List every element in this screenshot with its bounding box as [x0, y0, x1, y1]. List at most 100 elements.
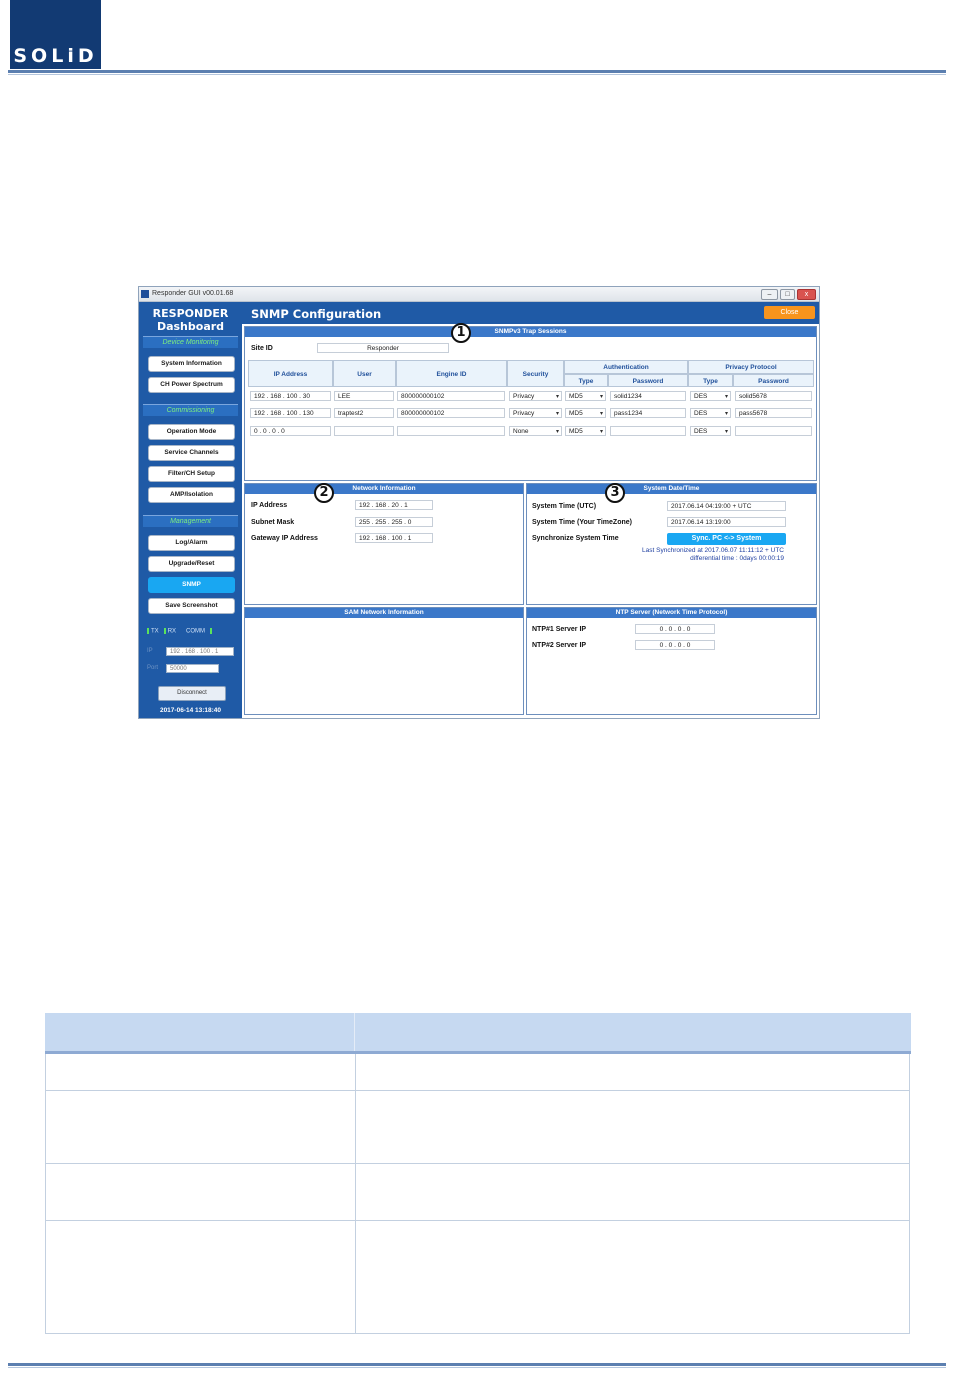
- ntp1-field[interactable]: 0 . 0 . 0 . 0: [635, 624, 715, 634]
- sam-network-header: SAM Network Information: [245, 608, 523, 618]
- amp-isolation-button[interactable]: AMP/Isolation: [148, 487, 235, 503]
- col-engine-id: Engine ID: [396, 360, 507, 387]
- filter-ch-setup-button[interactable]: Filter/CH Setup: [148, 466, 235, 482]
- disconnect-button[interactable]: Disconnect: [158, 686, 226, 701]
- table-col-divider: [354, 1013, 355, 1052]
- col-priv-type: Type: [688, 374, 733, 387]
- rx-indicator: [163, 628, 166, 634]
- window-title: Responder GUI v00.01.68: [152, 290, 234, 297]
- section-commissioning: Commissioning: [143, 404, 238, 416]
- tx-label: TX: [151, 628, 159, 635]
- sync-pc-system-button[interactable]: Sync. PC <-> System: [667, 533, 786, 545]
- logo-text: SOLiD: [13, 45, 98, 67]
- trap-row1-auth-password[interactable]: solid1234: [610, 391, 686, 401]
- table-row: [45, 1164, 910, 1221]
- ntp2-field[interactable]: 0 . 0 . 0 . 0: [635, 640, 715, 650]
- ntp-server-header: NTP Server (Network Time Protocol): [527, 608, 816, 618]
- system-datetime-panel: System Date/Time System Time (UTC) 2017.…: [526, 483, 817, 605]
- trap-row3-security-select[interactable]: None: [509, 426, 562, 436]
- system-information-button[interactable]: System Information: [148, 356, 235, 372]
- ntp2-label: NTP#2 Server IP: [532, 642, 587, 649]
- snmp-button[interactable]: SNMP: [148, 577, 235, 593]
- trap-row2-priv-password[interactable]: pass5678: [735, 408, 812, 418]
- trap-row2-auth-type-select[interactable]: MD5: [565, 408, 606, 418]
- trap-row2-auth-password[interactable]: pass1234: [610, 408, 686, 418]
- last-synchronized-text: Last Synchronized at 2017.06.07 11:11:12…: [642, 547, 784, 554]
- system-time-utc-label: System Time (UTC): [532, 503, 597, 510]
- trap-row1-priv-type-select[interactable]: DES: [690, 391, 731, 401]
- trap-row1-priv-password[interactable]: solid5678: [735, 391, 812, 401]
- site-id-field[interactable]: Responder: [317, 343, 449, 353]
- table-col-divider: [355, 1054, 356, 1090]
- subnet-mask-field[interactable]: 255 . 255 . 255 . 0: [355, 517, 433, 527]
- ntp-server-panel: NTP Server (Network Time Protocol) NTP#1…: [526, 607, 817, 715]
- gateway-ip-field[interactable]: 192 . 168 . 100 . 1: [355, 533, 433, 543]
- trap-row3-user[interactable]: [334, 426, 394, 436]
- trap-row2-security-select[interactable]: Privacy: [509, 408, 562, 418]
- section-management: Management: [143, 515, 238, 527]
- col-authentication: Authentication: [564, 360, 688, 374]
- comm-label: COMM: [186, 628, 206, 635]
- trap-row3-priv-type-select[interactable]: DES: [690, 426, 731, 436]
- callout-2: 2: [314, 483, 334, 503]
- trap-row3-engine[interactable]: [397, 426, 505, 436]
- status-indicators: TX RX COMM: [147, 628, 214, 635]
- maximize-button[interactable]: □: [780, 289, 795, 300]
- system-time-tz-label: System Time (Your TimeZone): [532, 519, 632, 526]
- trap-row3-auth-password[interactable]: [610, 426, 686, 436]
- upgrade-reset-button[interactable]: Upgrade/Reset: [148, 556, 235, 572]
- close-button[interactable]: Close: [764, 306, 815, 319]
- port-label: Port: [147, 665, 159, 671]
- trap-row3-ip[interactable]: 0 . 0 . 0 . 0: [250, 426, 331, 436]
- footer-rule: [8, 1363, 946, 1366]
- col-priv-password: Password: [733, 374, 814, 387]
- subnet-mask-label: Subnet Mask: [251, 519, 295, 526]
- doc-table-header: [45, 1013, 911, 1052]
- table-row: [45, 1221, 910, 1334]
- trap-row2-user[interactable]: traptest2: [334, 408, 394, 418]
- trap-row3-priv-password[interactable]: [735, 426, 812, 436]
- ip-address-field[interactable]: 192 . 168 . 20 . 1: [355, 500, 433, 510]
- log-alarm-button[interactable]: Log/Alarm: [148, 535, 235, 551]
- minimize-button[interactable]: –: [761, 289, 778, 300]
- window-titlebar: Responder GUI v00.01.68 – □ x: [139, 287, 819, 302]
- col-auth-password: Password: [608, 374, 688, 387]
- service-channels-button[interactable]: Service Channels: [148, 445, 235, 461]
- trap-sessions-panel: SNMPv3 Trap Sessions Site ID Responder I…: [244, 326, 817, 481]
- page-title: SNMP Configuration: [251, 307, 382, 321]
- trap-row1-auth-type-select[interactable]: MD5: [565, 391, 606, 401]
- trap-row2-ip[interactable]: 192 . 168 . 100 . 130: [250, 408, 331, 418]
- sidebar-title-dashboard: Dashboard: [156, 320, 225, 333]
- col-user: User: [333, 360, 396, 387]
- main-header: SNMP Configuration Close: [242, 302, 819, 324]
- table-row: [45, 1091, 910, 1164]
- trap-row1-engine[interactable]: 800000000102: [397, 391, 505, 401]
- site-id-label: Site ID: [251, 345, 273, 352]
- save-screenshot-button[interactable]: Save Screenshot: [148, 598, 235, 614]
- trap-sessions-header: SNMPv3 Trap Sessions: [245, 327, 816, 337]
- operation-mode-button[interactable]: Operation Mode: [148, 424, 235, 440]
- trap-row1-security-select[interactable]: Privacy: [509, 391, 562, 401]
- ch-power-spectrum-button[interactable]: CH Power Spectrum: [148, 377, 235, 393]
- trap-row3-auth-type-select[interactable]: MD5: [565, 426, 606, 436]
- comm-indicator: [209, 628, 212, 634]
- responder-gui-window: Responder GUI v00.01.68 – □ x RESPONDER …: [138, 286, 820, 719]
- connection-port-field[interactable]: 50000: [166, 664, 219, 673]
- table-col-divider: [355, 1221, 356, 1333]
- gateway-ip-label: Gateway IP Address: [251, 535, 318, 542]
- connection-ip-field[interactable]: 192 . 168 . 100 . 1: [166, 647, 234, 656]
- trap-row2-engine[interactable]: 800000000102: [397, 408, 505, 418]
- ntp1-label: NTP#1 Server IP: [532, 626, 587, 633]
- trap-row1-user[interactable]: LEE: [334, 391, 394, 401]
- callout-1: 1: [451, 323, 471, 343]
- callout-3: 3: [605, 483, 625, 503]
- solid-logo: SOLiD: [10, 0, 101, 69]
- trap-row2-priv-type-select[interactable]: DES: [690, 408, 731, 418]
- ip-label: IP: [147, 648, 153, 654]
- differential-time-text: differential time : 0days 00:00:19: [690, 555, 784, 562]
- ip-address-label: IP Address: [251, 502, 288, 509]
- trap-row1-ip[interactable]: 192 . 168 . 100 . 30: [250, 391, 331, 401]
- col-ip-address: IP Address: [248, 360, 333, 387]
- window-close-button[interactable]: x: [797, 289, 816, 300]
- system-time-utc-field: 2017.06.14 04:19:00 + UTC: [667, 501, 786, 511]
